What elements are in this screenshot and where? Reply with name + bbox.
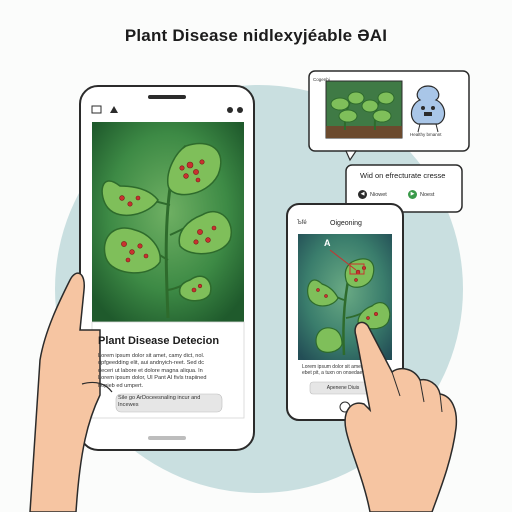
wifi-icon xyxy=(227,107,233,113)
mid-bubble-title: Wid on efrecturate cresse xyxy=(360,171,446,180)
card-body-line: deceri ut labore et dolore magna aliqua.… xyxy=(98,367,203,374)
mid-bubble-right-label: Noest xyxy=(420,191,435,198)
card-body-line: Lorem ipsum dolor, UI Pant AI fivls trap… xyxy=(98,375,207,382)
right-phone-button[interactable]: Apenene Diuis xyxy=(312,385,374,391)
speaker-icon: ◀ xyxy=(358,190,367,199)
right-phone-annotation: A xyxy=(324,238,331,248)
mid-bubble-right-option[interactable]: ▶ Noest xyxy=(408,190,434,199)
top-bubble-label: Cogenbi xyxy=(313,77,330,82)
right-phone-header: Oigeoning xyxy=(330,220,362,227)
card-body-line: dpfgeedding elit, aui andnyich-reet. Sed… xyxy=(98,360,205,367)
play-icon: ▶ xyxy=(408,190,417,199)
mid-bubble-left-label: Niowet xyxy=(370,191,387,198)
left-phone-home-bar xyxy=(148,436,186,440)
card-title: Plant Disease Detecion xyxy=(98,335,220,347)
illustration xyxy=(29,70,470,512)
right-phone-status: Ъfé xyxy=(297,220,307,226)
card-body: Lorem ipsum dolor sit amet, camy dict, n… xyxy=(98,353,238,390)
right-phone-body: Lorem ipsum dolor sit amet ebet pit, a t… xyxy=(302,364,390,377)
card-body-line: nopieb ed umpert. xyxy=(98,382,144,389)
right-phone-body-line: ebet pit, a tuxn on onsedaet xyxy=(302,370,364,377)
soil-strip xyxy=(326,126,402,138)
card-body-line: Lorem ipsum dolor sit amet, camy dict, n… xyxy=(98,353,205,359)
top-bubble xyxy=(308,70,470,162)
mid-bubble-left-option[interactable]: ◀ Niowet xyxy=(358,190,387,199)
camera-status-icon xyxy=(237,107,243,113)
analysis-button-label: Incewes xyxy=(118,402,139,408)
top-bubble-caption: Healthy bmannt xyxy=(410,132,442,137)
analysis-button[interactable]: Sile go ArDoceesnaling incur and Incewes xyxy=(118,395,220,409)
left-phone-speaker xyxy=(148,95,186,99)
analysis-button-label: Sile go ArDoceesnaling incur and xyxy=(118,395,201,401)
